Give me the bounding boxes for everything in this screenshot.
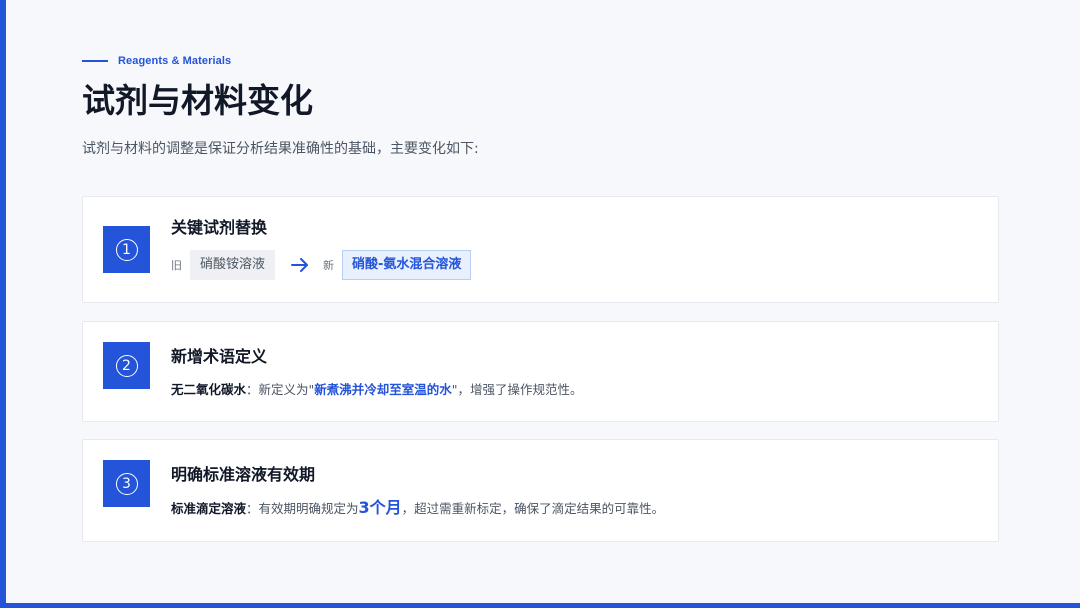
eyebrow-text: Reagents & Materials: [118, 55, 232, 67]
term-name: 无二氧化碳水: [171, 382, 247, 397]
number-badge: 3: [103, 460, 150, 507]
arrow-right-icon: [291, 258, 309, 272]
card-title: 关键试剂替换: [171, 218, 268, 237]
eyebrow: Reagents & Materials: [82, 55, 231, 67]
card-title: 新增术语定义: [171, 347, 268, 366]
new-reagent-chip: 硝酸-氨水混合溶液: [342, 250, 472, 280]
card-body: 无二氧化碳水：新定义为"新煮沸并冷却至室温的水"，增强了操作规范性。: [171, 380, 583, 400]
body-text: ：新定义为": [246, 382, 315, 397]
new-label: 新: [323, 259, 335, 272]
left-accent-bar: [0, 0, 6, 608]
card-validity: 3 明确标准溶液有效期 标准滴定溶液：有效期明确规定为3个月，超过需重新标定，确…: [82, 439, 999, 542]
number-badge-text: 3: [115, 472, 138, 495]
number-badge: 2: [103, 342, 150, 389]
reagent-swap: 旧 硝酸铵溶液 新 硝酸-氨水混合溶液: [171, 250, 472, 280]
number-badge: 1: [103, 226, 150, 273]
eyebrow-line: [82, 60, 108, 62]
number-badge-text: 2: [115, 354, 138, 377]
card-body: 标准滴定溶液：有效期明确规定为3个月，超过需重新标定，确保了滴定结果的可靠性。: [171, 498, 664, 519]
card-reagent-replacement: 1 关键试剂替换 旧 硝酸铵溶液 新 硝酸-氨水混合溶液: [82, 196, 999, 303]
number-badge-text: 1: [115, 238, 138, 261]
card-title: 明确标准溶液有效期: [171, 465, 316, 484]
old-label: 旧: [171, 259, 182, 272]
solution-name: 标准滴定溶液: [171, 501, 247, 516]
body-text: ：有效期明确规定为: [246, 501, 359, 516]
old-reagent-chip: 硝酸铵溶液: [190, 250, 276, 280]
validity-period: 3个月: [358, 498, 402, 517]
card-new-term: 2 新增术语定义 无二氧化碳水：新定义为"新煮沸并冷却至室温的水"，增强了操作规…: [82, 321, 999, 422]
body-text: ，超过需重新标定，确保了滴定结果的可靠性。: [401, 501, 665, 516]
body-text: "，增强了操作规范性。: [451, 382, 583, 397]
term-definition: 新煮沸并冷却至室温的水: [314, 382, 452, 397]
bottom-accent-bar: [0, 603, 1080, 608]
page-subtitle: 试剂与材料的调整是保证分析结果准确性的基础，主要变化如下:: [82, 141, 479, 157]
page-title: 试剂与材料变化: [82, 81, 313, 120]
